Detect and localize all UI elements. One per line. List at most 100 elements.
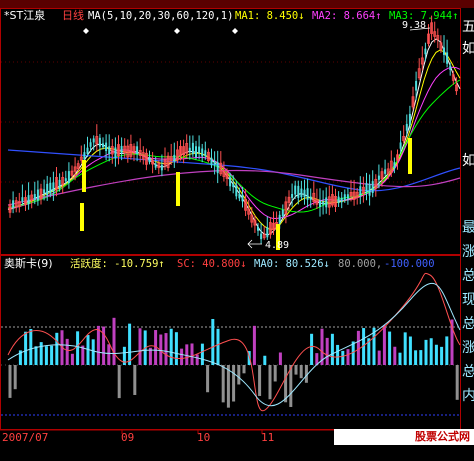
- candle-body-down: [105, 142, 108, 152]
- hist-bar-neg: [273, 365, 277, 382]
- hist-bar-pos: [408, 336, 412, 365]
- hist-bar-pos: [44, 346, 48, 365]
- candle-body-down: [260, 233, 263, 240]
- candle-body-down: [43, 189, 46, 194]
- hist-bar-pos: [440, 346, 444, 365]
- hist-bar-pos: [445, 336, 449, 365]
- ma5-line: [7, 38, 461, 236]
- hist-bar-neg: [117, 365, 121, 399]
- high-price-label: 9.38: [402, 20, 427, 31]
- candle-body-down: [319, 200, 321, 208]
- candle-body-down: [92, 138, 95, 143]
- hist-bar-neg: [268, 365, 272, 400]
- hist-bar-pos: [341, 350, 345, 365]
- right-char: 现: [462, 292, 474, 308]
- right-char: 总: [462, 316, 474, 332]
- hist-bar-pos: [39, 342, 43, 365]
- hist-bar-pos: [34, 346, 38, 365]
- right-char: 总: [462, 364, 474, 380]
- candle-body-down: [36, 189, 39, 201]
- right-char: 总: [462, 268, 474, 284]
- hist-bar-pos: [393, 346, 397, 365]
- candle-body-down: [173, 154, 176, 162]
- hist-bar-pos: [138, 328, 142, 365]
- hist-bar-pos: [377, 350, 381, 365]
- hist-bar-pos: [180, 348, 184, 365]
- candle-body-down: [300, 188, 303, 198]
- signal-bar: [82, 160, 86, 192]
- hist-bar-pos: [76, 331, 80, 365]
- candle-body-down: [368, 183, 371, 196]
- candle-body-down: [278, 214, 281, 224]
- watermark-url: www.88gg.com: [385, 446, 470, 459]
- candle-body-down: [291, 193, 294, 198]
- candle-body-down: [49, 182, 52, 194]
- candle-body-down: [309, 196, 312, 200]
- activity-value: 活跃度: -10.759↑: [70, 258, 165, 270]
- candle-body-down: [58, 179, 61, 188]
- x-label-10: 10: [197, 431, 211, 444]
- right-char: 涨: [462, 244, 474, 260]
- candle-body-down: [98, 137, 101, 147]
- chart-canvas[interactable]: [0, 0, 474, 445]
- candle-body-down: [449, 65, 452, 70]
- hist-bar-pos: [200, 343, 204, 365]
- hist-bar-pos: [325, 337, 329, 365]
- candle-body-down: [257, 226, 259, 231]
- candle-body-down: [325, 197, 328, 208]
- hist-bar-pos: [216, 328, 220, 365]
- sc-value: SC: 40.800↓: [177, 258, 247, 270]
- candle-body-down: [266, 227, 269, 238]
- x-label-2007-07: 2007/07: [2, 431, 49, 444]
- hist-bar-pos: [174, 332, 178, 365]
- candle-body-down: [148, 156, 151, 163]
- candle-body-down: [191, 142, 194, 155]
- hist-bar-pos: [310, 333, 314, 365]
- indicator-name[interactable]: 奥斯卡(9): [4, 258, 53, 270]
- candle-body-down: [408, 113, 411, 126]
- signal-bar: [176, 172, 180, 206]
- candle-body-down: [204, 150, 207, 157]
- signal-bar: [408, 138, 412, 174]
- candle-body-down: [343, 194, 346, 201]
- hist-bar-neg: [13, 365, 17, 390]
- hist-bar-pos: [24, 331, 28, 365]
- ma10-line: [7, 49, 461, 230]
- hist-bar-pos: [50, 345, 54, 365]
- candle-body-down: [120, 145, 123, 153]
- right-char: 如: [462, 153, 474, 169]
- candle-body-down: [384, 169, 387, 174]
- hist-bar-pos: [398, 352, 402, 365]
- hist-bar-pos: [70, 353, 74, 365]
- candle-body-down: [241, 194, 244, 202]
- right-info-panel-bottom: 最 涨 总 现 总 涨 总 内: [462, 216, 474, 408]
- hist-bar-neg: [299, 365, 303, 379]
- level-minus100-label: -100.000: [384, 258, 435, 270]
- hist-bar-neg: [294, 365, 298, 375]
- ma0-value: MA0: 80.526↓: [254, 258, 330, 270]
- candle-body-down: [297, 185, 300, 198]
- candle-body-down: [365, 183, 368, 193]
- hist-bar-pos: [107, 344, 111, 365]
- stock-chart-window: *ST江泉 日线 MA(5,10,20,30,60,120,1) MA1: 8.…: [0, 0, 474, 459]
- right-char: 内: [462, 388, 474, 404]
- hist-bar-neg: [226, 365, 230, 408]
- candle-body-down: [359, 186, 362, 196]
- hist-bar-pos: [382, 325, 386, 365]
- signal-bar: [80, 203, 84, 231]
- level-80-label: 80.000,: [338, 258, 383, 270]
- hist-bar-pos: [112, 317, 116, 365]
- hist-bar-neg: [221, 365, 225, 403]
- candle-body-down: [377, 175, 380, 180]
- hist-bar-pos: [96, 325, 100, 365]
- hist-bar-pos: [55, 332, 59, 365]
- candle-body-down: [424, 48, 427, 55]
- candle-body-down: [108, 146, 111, 155]
- hist-bar-pos: [419, 350, 423, 365]
- right-char: 如: [462, 41, 474, 57]
- hist-bar-pos: [128, 323, 132, 365]
- x-label-11: 11: [261, 431, 275, 444]
- hist-bar-pos: [429, 338, 433, 365]
- candle-body-down: [303, 189, 306, 198]
- hist-bar-pos: [164, 333, 168, 365]
